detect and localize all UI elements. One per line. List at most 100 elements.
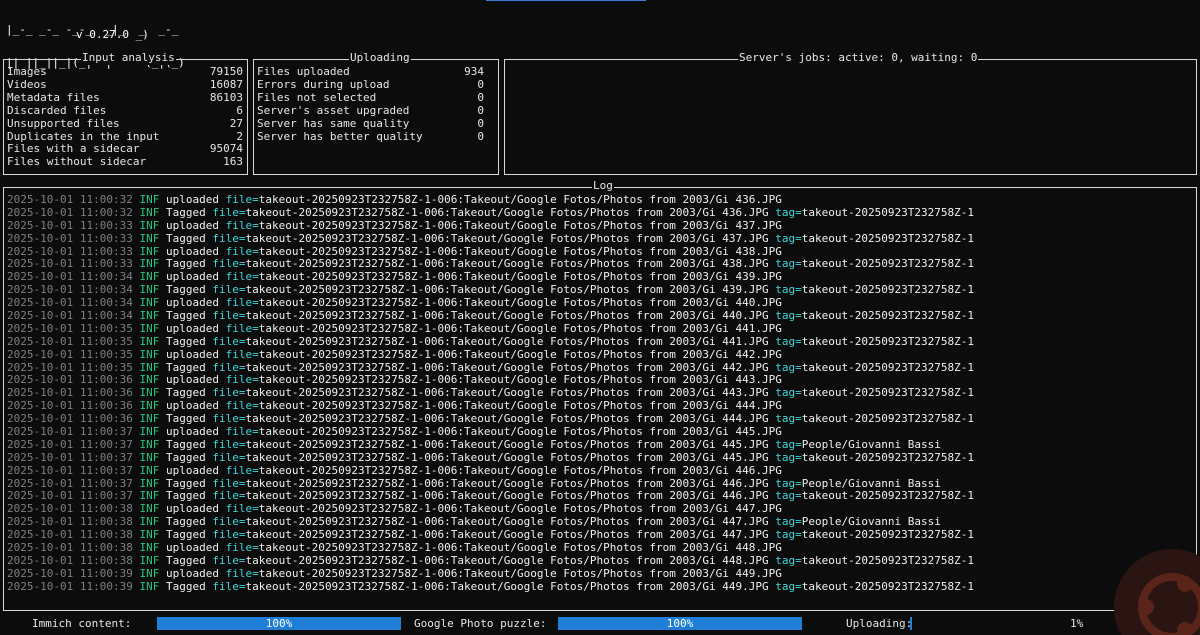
log-file-value: takeout-20250923T232758Z-1-006:Takeout/G… — [258, 541, 782, 555]
stat-label: Unsupported files — [7, 116, 120, 130]
log-message: Tagged — [165, 489, 206, 503]
log-level: INF — [139, 399, 160, 413]
log-timestamp: 2025-10-01 11:00:36 — [7, 373, 133, 387]
log-file-key: file= — [212, 553, 246, 567]
log-message: uploaded — [165, 373, 219, 387]
log-level: INF — [139, 528, 160, 542]
log-message: uploaded — [165, 296, 219, 310]
log-panel[interactable]: Log 2025-10-01 11:00:32 INF uploaded fil… — [3, 179, 1197, 611]
log-file-key: file= — [212, 489, 246, 503]
log-level: INF — [139, 334, 160, 348]
stat-label: Discarded files — [7, 103, 107, 117]
log-timestamp: 2025-10-01 11:00:33 — [7, 244, 133, 258]
immich-progress-label: Immich content: — [32, 617, 132, 630]
log-file-key: file= — [225, 399, 259, 413]
log-message: uploaded — [165, 399, 219, 413]
log-tag-value: takeout-20250923T232758Z-1 — [801, 579, 974, 593]
log-file-key: file= — [212, 231, 246, 245]
stat-label: Files not selected — [257, 90, 377, 104]
log-level: INF — [139, 360, 160, 374]
log-level: INF — [139, 347, 160, 361]
log-level: INF — [139, 373, 160, 387]
log-line: 2025-10-01 11:00:39 INF Tagged file=take… — [7, 579, 1196, 594]
log-level: INF — [139, 425, 160, 439]
stat-value: 79150 — [209, 65, 243, 78]
log-tag-value: takeout-20250923T232758Z-1 — [801, 386, 974, 400]
stat-label: Videos — [7, 77, 47, 91]
log-file-value: takeout-20250923T232758Z-1-006:Takeout/G… — [245, 257, 769, 271]
log-tag-value: takeout-20250923T232758Z-1 — [801, 205, 974, 219]
upload-progress-bar — [910, 617, 912, 630]
log-message: uploaded — [165, 566, 219, 580]
panel-title: Server's jobs: active: 0, waiting: 0 — [738, 51, 979, 65]
panel-title: Log — [592, 179, 614, 193]
log-timestamp: 2025-10-01 11:00:34 — [7, 309, 133, 323]
log-tag-key: tag= — [775, 334, 802, 348]
log-message: uploaded — [165, 193, 219, 206]
log-timestamp: 2025-10-01 11:00:37 — [7, 463, 133, 477]
log-tag-key: tag= — [775, 283, 802, 297]
log-file-value: takeout-20250923T232758Z-1-006:Takeout/G… — [258, 399, 782, 413]
log-level: INF — [139, 321, 160, 335]
log-timestamp: 2025-10-01 11:00:35 — [7, 360, 133, 374]
log-file-key: file= — [225, 193, 259, 206]
log-tag-value: takeout-20250923T232758Z-1 — [801, 489, 974, 503]
log-file-value: takeout-20250923T232758Z-1-006:Takeout/G… — [245, 515, 769, 529]
log-file-key: file= — [212, 412, 246, 426]
stat-row: Server's asset upgraded 0 — [254, 103, 488, 118]
log-file-value: takeout-20250923T232758Z-1-006:Takeout/G… — [245, 309, 769, 323]
log-message: Tagged — [165, 386, 206, 400]
log-file-key: file= — [212, 257, 246, 271]
log-file-key: file= — [225, 566, 259, 580]
stat-value: 16087 — [209, 77, 243, 91]
server-jobs-panel: Server's jobs: active: 0, waiting: 0 — [504, 51, 1197, 175]
log-file-value: takeout-20250923T232758Z-1-006:Takeout/G… — [258, 373, 782, 387]
log-file-value: takeout-20250923T232758Z-1-006:Takeout/G… — [258, 296, 782, 310]
stat-label: Server has same quality — [257, 116, 410, 130]
stat-value: 0 — [477, 129, 484, 143]
log-message: uploaded — [165, 463, 219, 477]
log-file-key: file= — [212, 437, 246, 451]
log-message: Tagged — [165, 231, 206, 245]
log-tag-key: tag= — [775, 386, 802, 400]
log-level: INF — [139, 566, 160, 580]
stat-row: Metadata files 86103 — [4, 91, 247, 105]
log-file-key: file= — [225, 218, 259, 232]
log-file-value: takeout-20250923T232758Z-1-006:Takeout/G… — [245, 334, 769, 348]
stat-row: Files not selected 0 — [254, 90, 488, 105]
log-level: INF — [139, 437, 160, 451]
stat-value: 0 — [477, 103, 484, 117]
log-level: INF — [139, 553, 160, 567]
log-message: uploaded — [165, 218, 219, 232]
log-level: INF — [139, 515, 160, 529]
log-level: INF — [139, 283, 160, 297]
log-timestamp: 2025-10-01 11:00:39 — [7, 579, 133, 593]
log-level: INF — [139, 386, 160, 400]
log-tag-value: takeout-20250923T232758Z-1 — [801, 412, 974, 426]
log-file-value: takeout-20250923T232758Z-1-006:Takeout/G… — [245, 205, 769, 219]
log-message: Tagged — [165, 257, 206, 271]
log-message: Tagged — [165, 309, 206, 323]
log-timestamp: 2025-10-01 11:00:38 — [7, 541, 133, 555]
log-tag-key: tag= — [775, 528, 802, 542]
stat-label: Server's asset upgraded — [257, 103, 410, 117]
log-timestamp: 2025-10-01 11:00:38 — [7, 502, 133, 516]
log-tag-value: People/Giovanni Bassi — [801, 476, 941, 490]
log-message: uploaded — [165, 502, 219, 516]
log-file-key: file= — [225, 541, 259, 555]
stat-row: Unsupported files 27 — [4, 116, 247, 131]
log-message: Tagged — [165, 515, 206, 529]
log-tag-value: takeout-20250923T232758Z-1 — [801, 360, 974, 374]
log-message: uploaded — [165, 270, 219, 284]
log-file-key: file= — [212, 476, 246, 490]
log-tag-key: tag= — [775, 412, 802, 426]
log-message: Tagged — [165, 412, 206, 426]
log-file-key: file= — [225, 244, 259, 258]
log-file-key: file= — [225, 347, 259, 361]
log-level: INF — [139, 270, 160, 284]
log-file-key: file= — [212, 386, 246, 400]
stat-row: Discarded files 6 — [4, 103, 247, 118]
log-level: INF — [139, 205, 160, 219]
log-file-key: file= — [212, 309, 246, 323]
log-file-value: takeout-20250923T232758Z-1-006:Takeout/G… — [258, 425, 782, 439]
